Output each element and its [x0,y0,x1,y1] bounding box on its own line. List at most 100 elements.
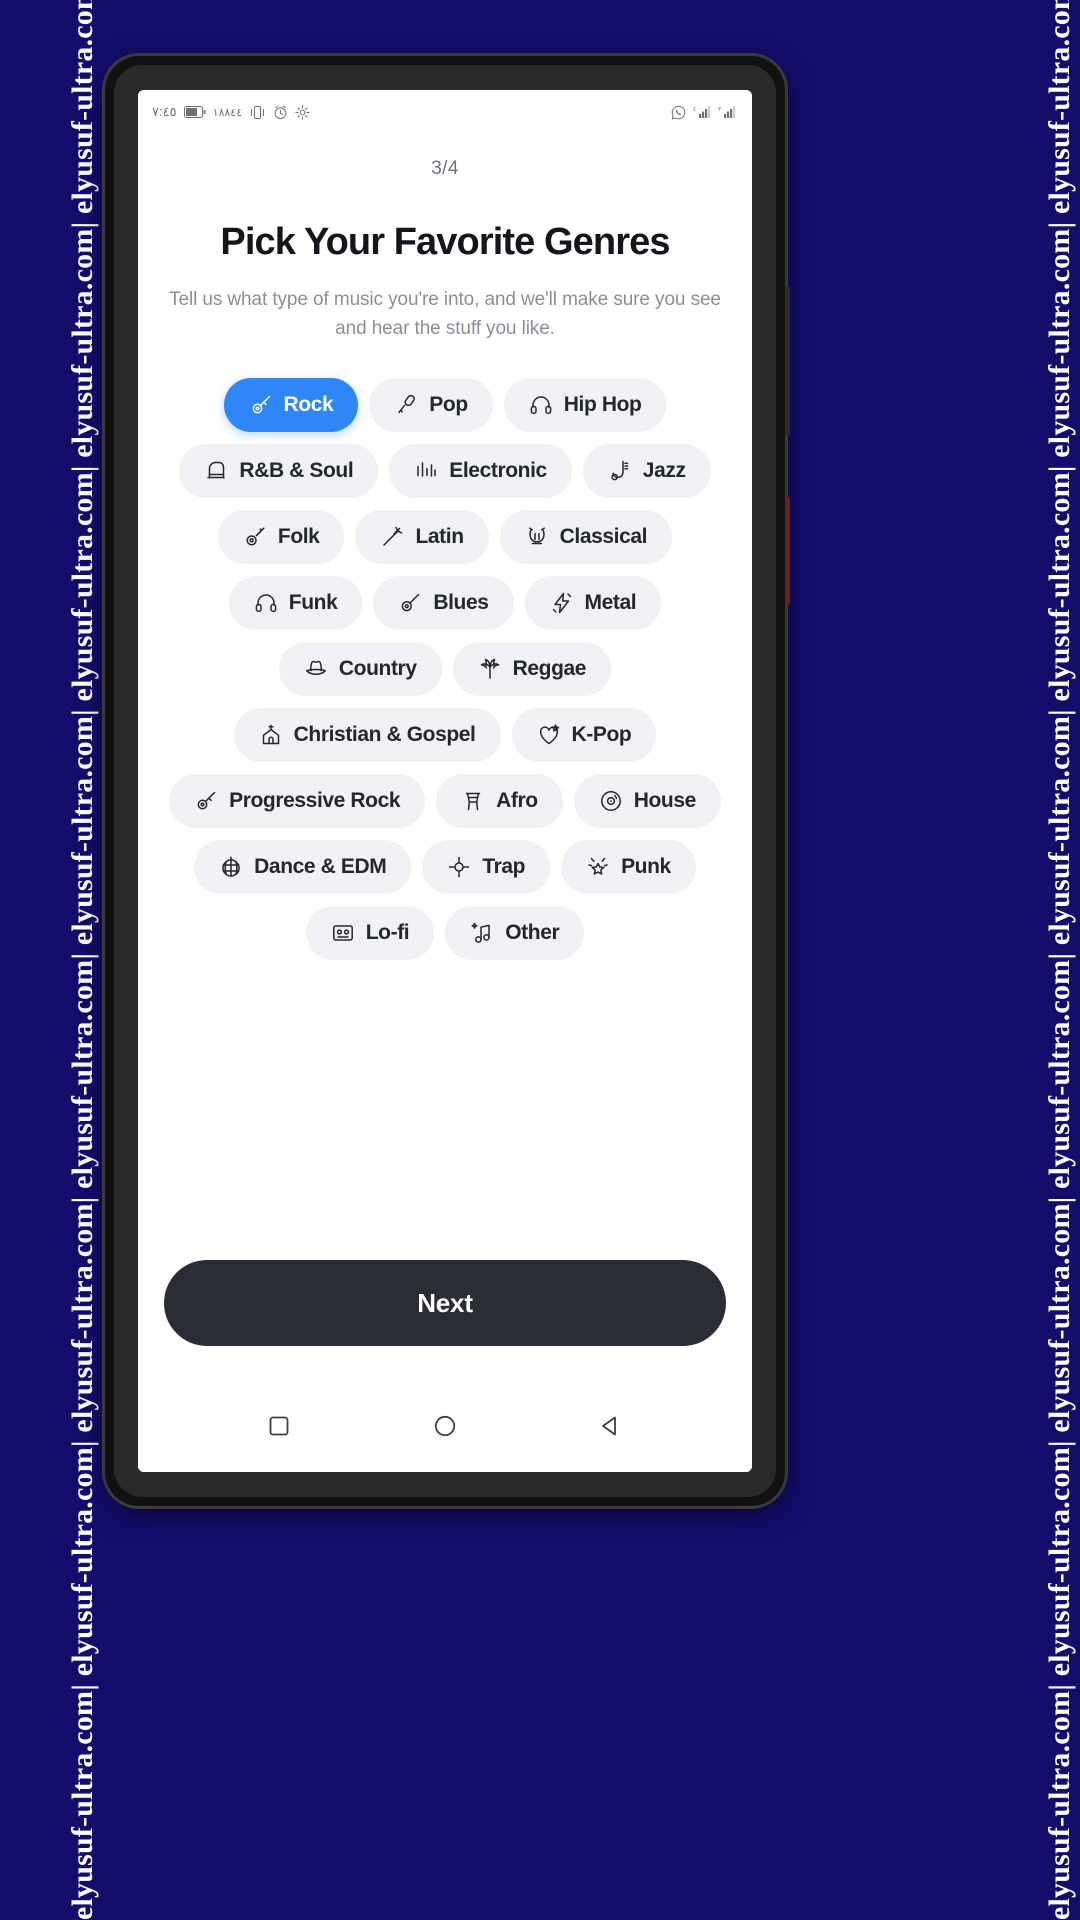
genre-chip-label: Reggae [512,656,587,680]
onboarding-content: 3/4 Pick Your Favorite Genres Tell us wh… [138,134,752,1380]
cassette-icon [331,921,355,945]
genre-chip-label: Hip Hop [563,392,642,416]
genre-chip-house[interactable]: House [573,773,721,828]
vibrate-icon [251,105,265,119]
android-status-bar: ٧:٤٥ ١٨٨٤٤ ٤ ٣ [138,90,752,134]
genre-chip-label: House [633,788,697,812]
disco-ball-icon [219,855,243,879]
whatsapp-icon [671,105,686,119]
saxophone-icon [608,459,632,483]
next-button[interactable]: Next [164,1260,726,1346]
watermark-text: elyusuf-ultra.com| elyusuf-ultra.com| el… [1043,0,1076,1920]
signal-bars-icon: ٤ [693,106,711,118]
church-icon [259,723,283,747]
electric-guitar-icon [194,789,218,813]
genre-chip-latin[interactable]: Latin [355,509,489,564]
genre-chip-reggae[interactable]: Reggae [452,641,612,696]
genre-chip-punk[interactable]: Punk [561,839,696,894]
genre-chip-label: Dance & EDM [254,854,387,878]
watermark-rail-left: elyusuf-ultra.com| elyusuf-ultra.com| el… [0,0,105,1920]
genre-chip-label: Afro [496,788,538,812]
genre-chip-label: Trap [482,854,526,878]
screenshot-root: elyusuf-ultra.com| elyusuf-ultra.com| el… [0,0,1080,1920]
banjo-icon [243,525,267,549]
maracas-icon [380,525,404,549]
genre-chip-hip-hop[interactable]: Hip Hop [503,377,667,432]
genre-chip-pop[interactable]: Pop [369,377,493,432]
svg-text:٤: ٤ [693,107,696,113]
genre-chip-label: Electronic [449,458,547,482]
genre-chip-label: Jazz [642,458,686,482]
equalizer-icon [414,459,438,483]
back-button[interactable] [588,1403,634,1449]
watermark-text: elyusuf-ultra.com| elyusuf-ultra.com| el… [66,0,99,1920]
recents-button[interactable] [256,1403,302,1449]
signal-bars-icon: ٣ [718,106,736,118]
power-button[interactable] [785,496,790,606]
genre-chip-r-b-soul[interactable]: R&B & Soul [179,443,379,498]
genre-chip-label: Progressive Rock [229,788,401,812]
signal-text-icon: ١٨٨٤٤ [212,106,243,119]
genre-chip-afro[interactable]: Afro [436,773,563,828]
genre-chip-classical[interactable]: Classical [499,509,673,564]
next-button-container: Next [160,1260,730,1346]
lightning-icon [550,591,574,615]
genre-chip-funk[interactable]: Funk [228,575,363,630]
genre-chip-other[interactable]: Other [445,905,585,960]
genre-chip-grid: Rock Pop Hip Hop R&B & Soul Electronic Jazz Fo… [160,377,730,960]
genre-chip-label: R&B & Soul [239,458,354,482]
circle-icon [434,1415,456,1437]
watermark-rail-right: elyusuf-ultra.com| elyusuf-ultra.com| el… [975,0,1080,1920]
cowboy-hat-icon [304,657,328,681]
genre-chip-metal[interactable]: Metal [524,575,662,630]
genre-chip-trap[interactable]: Trap [422,839,551,894]
genre-chip-label: Blues [433,590,489,614]
android-navigation-bar [138,1380,752,1472]
genre-chip-label: Metal [584,590,637,614]
crosshair-icon [447,855,471,879]
triangle-back-icon [602,1416,616,1436]
alarm-icon [274,105,287,119]
electric-guitar-icon [249,393,273,417]
volume-button[interactable] [785,286,790,436]
genre-chip-christian-gospel[interactable]: Christian & Gospel [233,707,501,762]
status-bar-left-group: ٧:٤٥ ١٨٨٤٤ [152,104,310,120]
genre-chip-folk[interactable]: Folk [217,509,345,564]
svg-text:٣: ٣ [718,107,722,113]
genre-chip-label: Punk [621,854,671,878]
status-clock: ٧:٤٥ [152,104,177,119]
genre-chip-label: Pop [429,392,468,416]
home-button[interactable] [422,1403,468,1449]
genre-chip-label: Country [338,656,417,680]
genre-chip-dance-edm[interactable]: Dance & EDM [194,839,412,894]
genre-chip-k-pop[interactable]: K-Pop [511,707,657,762]
status-bar-right-group: ٤ ٣ [671,105,736,120]
square-icon [269,1416,289,1436]
vinyl-record-icon [599,789,623,813]
genre-chip-label: K-Pop [571,722,632,746]
genre-chip-country[interactable]: Country [278,641,442,696]
music-note-sparkle-icon [470,921,494,945]
settings-icon [295,104,310,120]
lyre-icon [525,525,549,549]
genre-chip-blues[interactable]: Blues [373,575,514,630]
genre-chip-label: Lo-fi [365,920,410,944]
genre-chip-rock[interactable]: Rock [223,377,359,432]
genre-chip-label: Rock [283,392,334,416]
genre-chip-label: Latin [415,524,464,548]
piano-icon [204,459,228,483]
genre-chip-lo-fi[interactable]: Lo-fi [305,905,435,960]
genre-chip-electronic[interactable]: Electronic [389,443,572,498]
genre-chip-progressive-rock[interactable]: Progressive Rock [169,773,426,828]
genre-chip-label: Funk [288,590,338,614]
microphone-icon [394,393,418,417]
battery-icon [183,106,206,118]
phone-device-frame: ٧:٤٥ ١٨٨٤٤ ٤ ٣ 3/4 Pick Your Favorite Ge… [105,56,790,1506]
headphones-icon [254,591,278,615]
headphones-icon [529,393,553,417]
page-title: Pick Your Favorite Genres [220,221,670,263]
step-indicator: 3/4 [431,158,459,179]
genre-chip-label: Christian & Gospel [293,722,476,746]
genre-chip-jazz[interactable]: Jazz [582,443,711,498]
djembe-drum-icon [461,789,485,813]
